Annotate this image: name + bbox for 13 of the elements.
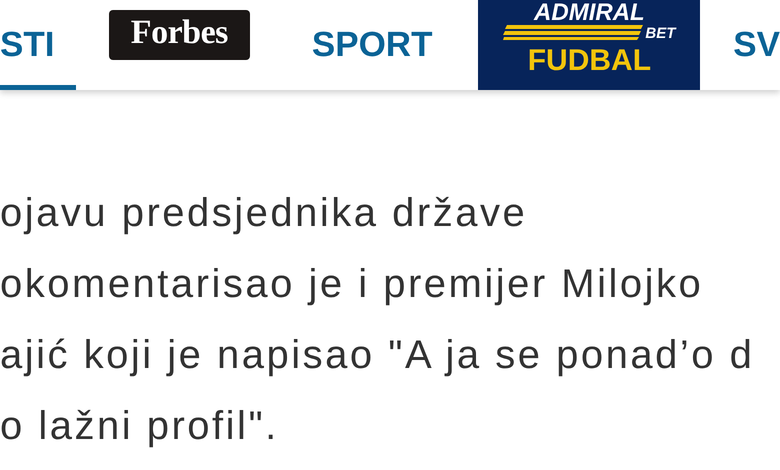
brand-sub: BET: [645, 24, 676, 42]
brand-name: ADMIRAL: [534, 0, 645, 24]
logo-tab[interactable]: Forbes: [108, 10, 250, 60]
nav-tab[interactable]: SV: [733, 0, 780, 90]
article-text-line: okomentarisao je i premijer Milojko: [0, 262, 704, 306]
nav-tab[interactable]: STI: [0, 0, 76, 90]
nav-tab[interactable]: SPORT: [312, 0, 432, 90]
article-text-line: ojavu predsjednika države: [0, 191, 528, 235]
article-text-line: o lažni profil".: [0, 404, 279, 448]
stripes-icon: [503, 25, 644, 41]
tab-label: FUDBAL: [528, 44, 652, 78]
article-text-line: ajić koji je napisao "A ja se ponad’o d: [0, 333, 754, 377]
sponsor-tab[interactable]: ADMIRAL BET FUDBAL: [478, 0, 700, 90]
